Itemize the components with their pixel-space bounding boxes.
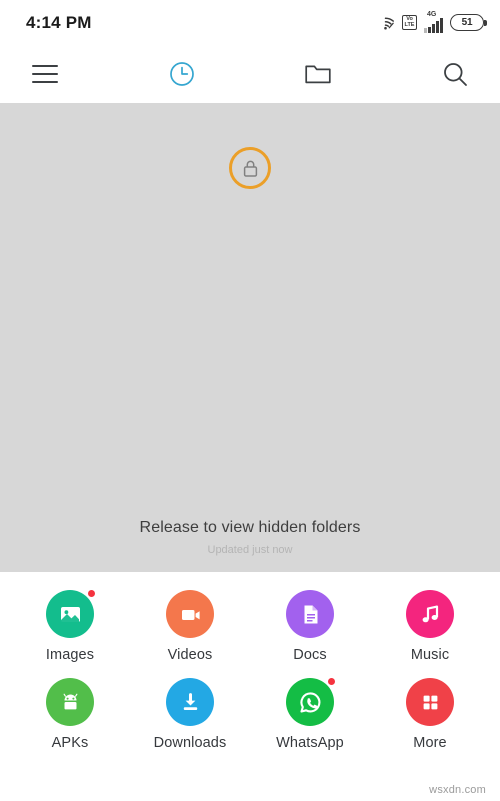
category-item-images[interactable]: Images [10, 588, 130, 663]
file-manager-screen: 4:14 PM Vo LTE 4G 51 Release to view hid… [0, 0, 500, 801]
volte-icon: Vo LTE [402, 15, 417, 30]
notification-badge [326, 676, 337, 687]
android-robot-icon [46, 678, 94, 726]
grid-squares-icon [406, 678, 454, 726]
category-item-videos[interactable]: Videos [130, 590, 250, 663]
status-clock: 4:14 PM [26, 12, 92, 32]
category-item-whatsapp[interactable]: WhatsApp [250, 676, 370, 751]
updated-timestamp-text: Updated just now [207, 544, 293, 556]
video-camera-icon [166, 590, 214, 638]
category-item-apks[interactable]: APKs [10, 678, 130, 751]
category-item-downloads[interactable]: Downloads [130, 678, 250, 751]
category-row-1: Images Videos Docs Music [10, 588, 490, 663]
category-label: More [413, 735, 447, 751]
volte-bottom-text: LTE [404, 21, 415, 28]
category-label: Videos [167, 647, 213, 663]
wifi-icon [376, 15, 395, 30]
status-bar: 4:14 PM Vo LTE 4G 51 [0, 0, 500, 45]
clock-recent-icon[interactable] [159, 51, 205, 97]
category-item-more[interactable]: More [370, 678, 490, 751]
category-label: Docs [293, 647, 327, 663]
signal-bars-icon: 4G [424, 10, 443, 33]
battery-level-text: 51 [461, 17, 473, 28]
network-type-label: 4G [427, 10, 437, 18]
category-label: WhatsApp [276, 735, 344, 751]
release-hint-text: Release to view hidden folders [139, 519, 361, 536]
category-label: Music [410, 647, 450, 663]
watermark-text: wsxdn.com [429, 784, 486, 796]
search-icon[interactable] [432, 51, 478, 97]
hamburger-menu-icon[interactable] [22, 51, 68, 97]
status-icon-tray: Vo LTE 4G 51 [376, 10, 487, 33]
category-item-docs[interactable]: Docs [250, 590, 370, 663]
category-item-music[interactable]: Music [370, 590, 490, 663]
category-label: Downloads [153, 735, 227, 751]
music-note-icon [406, 590, 454, 638]
folder-icon[interactable] [295, 51, 341, 97]
hidden-folders-pull-area[interactable]: Release to view hidden folders Updated j… [0, 103, 500, 572]
notification-badge [86, 588, 97, 599]
document-icon [286, 590, 334, 638]
category-label: APKs [51, 735, 89, 751]
category-label: Images [45, 647, 95, 663]
battery-icon: 51 [450, 14, 487, 31]
release-hint-block: Release to view hidden folders Updated j… [0, 519, 500, 556]
category-row-2: APKs Downloads WhatsApp More [10, 676, 490, 751]
download-arrow-icon [166, 678, 214, 726]
padlock-icon [229, 147, 271, 189]
app-toolbar [0, 45, 500, 103]
category-shortcut-card: Images Videos Docs Music APKs Downloads … [0, 572, 500, 801]
